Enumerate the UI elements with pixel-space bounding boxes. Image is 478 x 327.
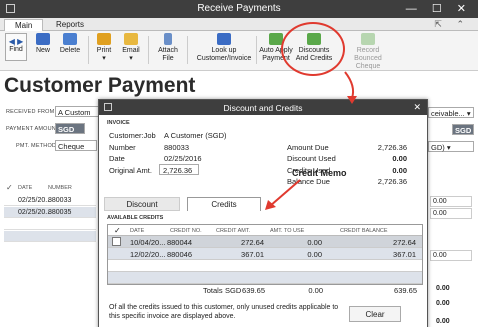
annotation-arrowhead [347, 96, 357, 104]
annotation-arrow-memo [269, 179, 301, 207]
annotation-arrows [265, 71, 357, 210]
annotation-arrow-circle [344, 71, 355, 99]
